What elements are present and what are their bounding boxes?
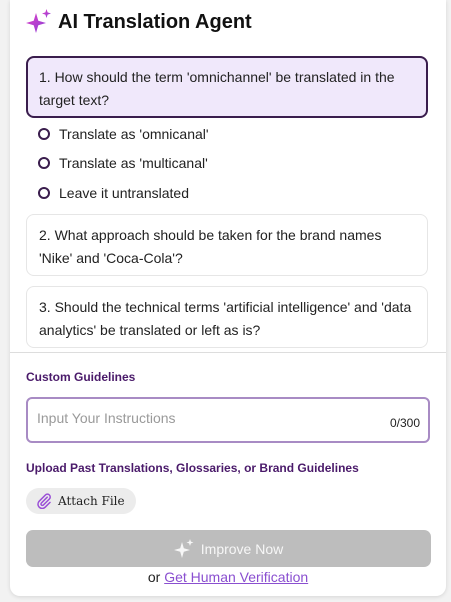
- option-multicanal[interactable]: Translate as 'multicanal': [38, 153, 208, 173]
- character-counter: 0/300: [389, 416, 420, 430]
- question-1-text: 1. How should the term 'omnichannel' be …: [39, 69, 395, 108]
- custom-guidelines-label: Custom Guidelines: [26, 370, 136, 384]
- sparkles-icon: [26, 9, 51, 33]
- option-label: Leave it untranslated: [59, 185, 189, 201]
- attach-file-button[interactable]: Attach File: [26, 488, 136, 514]
- translation-agent-panel: AI Translation Agent 1. How should the t…: [10, 0, 446, 596]
- instructions-placeholder: Input Your Instructions: [37, 410, 176, 426]
- or-text: or: [147, 569, 161, 585]
- question-2-text: 2. What approach should be taken for the…: [39, 227, 382, 266]
- radio-icon[interactable]: [38, 187, 50, 199]
- option-omnicanal[interactable]: Translate as 'omnicanal': [38, 124, 209, 144]
- upload-label: Upload Past Translations, Glossaries, or…: [26, 461, 359, 475]
- instructions-input[interactable]: Input Your Instructions 0/300: [26, 397, 430, 443]
- option-label: Translate as 'multicanal': [59, 155, 208, 171]
- question-2[interactable]: 2. What approach should be taken for the…: [26, 214, 428, 276]
- option-label: Translate as 'omnicanal': [59, 126, 209, 142]
- panel-header: AI Translation Agent: [26, 8, 252, 36]
- improve-now-label: Improve Now: [200, 540, 284, 557]
- sparkles-icon: [173, 538, 194, 558]
- footer-verification: or Get Human Verification: [10, 569, 446, 585]
- improve-now-button[interactable]: Improve Now: [26, 530, 431, 567]
- attach-file-label: Attach File: [58, 494, 125, 508]
- question-3-text: 3. Should the technical terms 'artificia…: [39, 299, 412, 338]
- paperclip-icon: [37, 493, 51, 509]
- human-verification-link[interactable]: Get Human Verification: [164, 569, 308, 585]
- page-title: AI Translation Agent: [58, 10, 252, 33]
- radio-icon[interactable]: [38, 128, 50, 140]
- question-1[interactable]: 1. How should the term 'omnichannel' be …: [26, 56, 428, 118]
- section-divider: [10, 352, 446, 353]
- radio-icon[interactable]: [38, 157, 50, 169]
- option-leave-untranslated[interactable]: Leave it untranslated: [38, 183, 189, 203]
- question-3[interactable]: 3. Should the technical terms 'artificia…: [26, 286, 428, 348]
